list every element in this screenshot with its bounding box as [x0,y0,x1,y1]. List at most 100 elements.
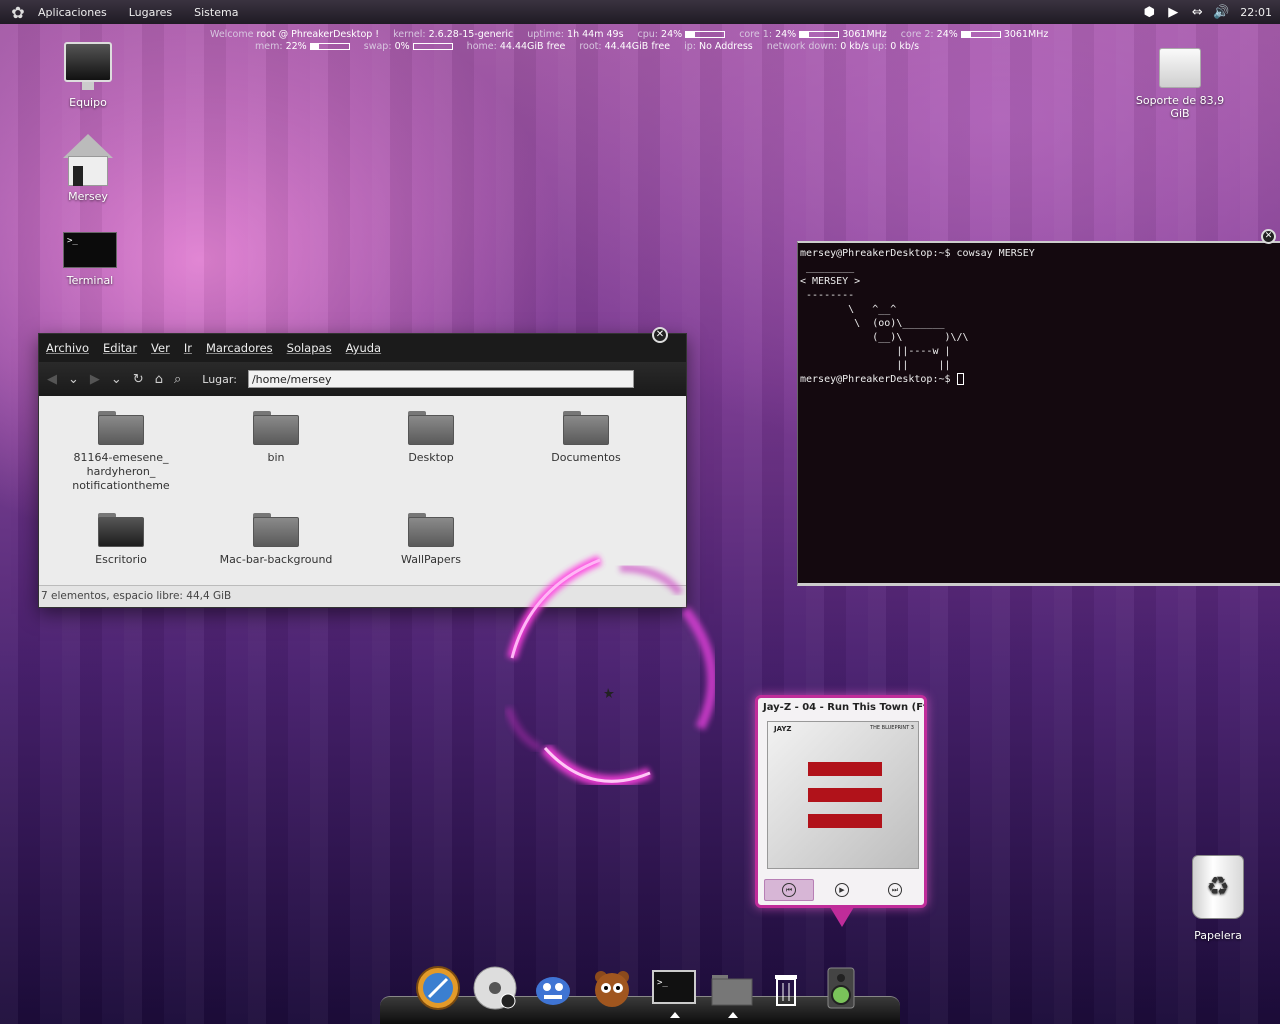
previous-button[interactable]: ⏮ [764,879,814,901]
play-button[interactable]: ▶ [817,879,867,901]
conky-home-label: home: [466,41,497,52]
folder-item[interactable]: 81164-emesene_ hardyheron_ notificationt… [61,411,181,493]
trash-icon[interactable] [762,964,810,1012]
conky-mem-label: mem: [255,41,283,52]
folder-item[interactable]: Mac-bar-background [216,513,336,567]
folder-icon [253,513,299,547]
trash-can-icon: ♻ [1192,855,1244,919]
desktop-folder-icon [98,513,144,547]
terminal-output: mersey@PhreakerDesktop:~$ cowsay MERSEY … [798,243,1280,391]
folder-icon [98,411,144,445]
folder-item[interactable]: Escritorio [61,513,181,567]
terminal-line: \ (oo)\_______ [800,318,945,329]
desktop-icon-drive[interactable]: Soporte de 83,9 GiB [1125,48,1235,120]
terminal-prompt: mersey@PhreakerDesktop:~$ [800,374,957,385]
album-cover: JAYZ THE BLUEPRINT 3 [767,721,919,869]
conky-core2-freq: 3061MHz [1003,29,1049,40]
speaker-icon[interactable] [817,964,865,1012]
cover-artist: JAYZ [774,725,792,733]
terminal-cursor [956,373,964,385]
fm-menu-ver[interactable]: Ver [151,341,170,355]
compass-icon[interactable] [414,964,462,1012]
fm-menu-marcadores[interactable]: Marcadores [206,341,273,355]
play-icon: ▶ [835,883,849,897]
folder-icon[interactable] [708,964,756,1018]
volume-icon[interactable]: 🔊 [1212,5,1230,20]
menu-applications[interactable]: Aplicaciones [38,6,107,19]
menu-system[interactable]: Sistema [194,6,238,19]
forward-icon[interactable]: ▶ [90,372,100,387]
folder-item-label: Escritorio [95,553,147,566]
mem-bar [309,43,350,50]
previous-icon: ⏮ [782,883,796,897]
folder-item-label: WallPapers [401,553,461,566]
conky-core2: 24% [936,29,958,40]
fm-menubar: Archivo Editar Ver Ir Marcadores Solapas… [39,334,686,362]
conky-kernel-label: kernel: [393,29,426,40]
sync-icon[interactable]: ⇔ [1188,5,1206,20]
play-icon[interactable]: ▶ [1164,5,1182,20]
gnome-foot-icon[interactable]: ✿ [6,0,30,24]
conky-cpu-label: cpu: [637,29,659,40]
creature-icon[interactable] [529,964,577,1012]
bear-icon[interactable] [588,964,636,1012]
conky-net-up: 0 kb/s [890,41,920,52]
svg-text:>_: >_ [657,978,668,988]
fm-menu-editar[interactable]: Editar [103,341,137,355]
fm-menu-ir[interactable]: Ir [184,341,192,355]
close-icon[interactable]: ✕ [1261,229,1276,244]
zoom-icon[interactable]: ⌕ [174,372,181,387]
close-icon[interactable]: ✕ [652,327,668,343]
conky-core1-freq: 3061MHz [842,29,887,40]
terminal-icon: >_ [63,232,117,268]
conky-core1: 24% [775,29,797,40]
conky-uptime-label: uptime: [527,29,564,40]
fm-toolbar: ◀ ⌄ ▶ ⌄ ↻ ⌂ ⌕ Lugar: /home/mersey [39,362,686,396]
terminal-icon[interactable]: >_ [650,964,698,1018]
folder-item[interactable]: bin [216,411,336,465]
forward-dropdown-icon[interactable]: ⌄ [111,372,122,387]
desktop-icon-computer[interactable]: Equipo [33,42,143,109]
location-input[interactable]: /home/mersey [247,370,634,388]
next-button[interactable]: ⏭ [870,879,920,901]
music-player-popup: Jay-Z - 04 - Run This Town (Ft Ri... JAY… [755,695,927,927]
cpu-bar [685,31,726,38]
conky-core1-label: core 1: [739,29,773,40]
folder-item-label: 81164-emesene_ hardyheron_ notificationt… [72,451,170,492]
top-panel: ✿ Aplicaciones Lugares Sistema ⬢ ▶ ⇔ 🔊 2… [0,0,1280,24]
cd-icon[interactable] [471,964,519,1012]
folder-icon [563,411,609,445]
menu-places[interactable]: Lugares [129,6,172,19]
back-dropdown-icon[interactable]: ⌄ [68,372,79,387]
folder-item-label: Documentos [551,451,621,464]
conky-swap: 0% [394,41,410,52]
fm-menu-archivo[interactable]: Archivo [46,341,89,355]
terminal-line: (__)\ )\/\ [800,332,969,343]
core1-bar [799,31,840,38]
clock[interactable]: 22:01 [1240,6,1272,19]
folder-item-label: Desktop [408,451,454,464]
home-icon[interactable]: ⌂ [155,372,163,387]
terminal-line: || || [800,360,951,371]
reload-icon[interactable]: ↻ [133,372,144,387]
cover-album: THE BLUEPRINT 3 [870,725,914,731]
folder-icon [408,411,454,445]
location-label: Lugar: [202,372,237,386]
folder-icon [408,513,454,547]
conky-root: 44.44GiB free [604,41,671,52]
player-controls: ⏮ ▶ ⏭ [764,879,920,901]
conky-swap-label: swap: [363,41,392,52]
fm-menu-solapas[interactable]: Solapas [287,341,332,355]
back-icon[interactable]: ◀ [47,372,57,387]
desktop-icon-terminal-label: Terminal [66,274,114,287]
folder-item[interactable]: WallPapers [371,513,491,567]
terminal-window[interactable]: ✕ mersey@PhreakerDesktop:~$ cowsay MERSE… [797,229,1280,586]
fm-menu-ayuda[interactable]: Ayuda [346,341,382,355]
network-icon[interactable]: ⬢ [1140,5,1158,20]
computer-icon [64,42,112,90]
folder-item[interactable]: Desktop [371,411,491,465]
desktop-icon-terminal[interactable]: >_ Terminal [35,232,145,287]
desktop-icon-trash[interactable]: ♻ Papelera [1163,855,1273,942]
desktop-icon-home[interactable]: Mersey [33,134,143,203]
folder-item[interactable]: Documentos [526,411,646,465]
